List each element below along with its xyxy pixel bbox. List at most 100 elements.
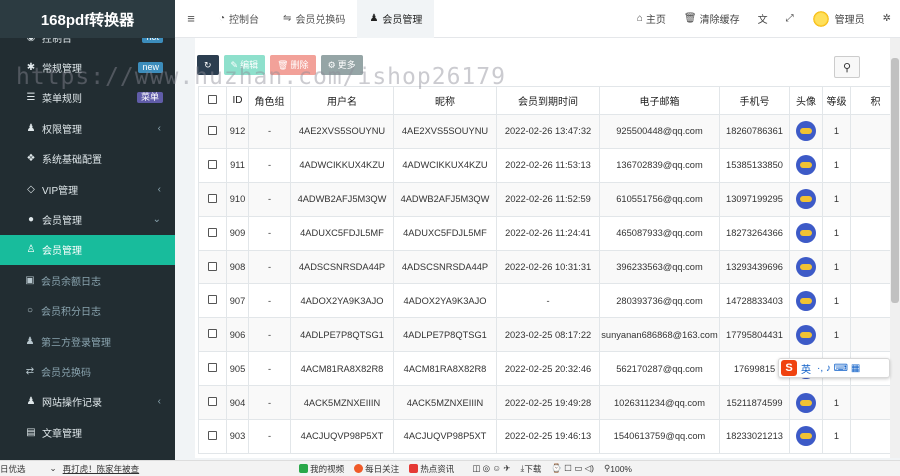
avatar[interactable]	[796, 426, 816, 447]
ime-tools[interactable]: ·, ♪ ⌨ ▦	[817, 363, 860, 374]
select-all-checkbox[interactable]	[198, 86, 227, 115]
table-row[interactable]: 903-4ACJUQVP98P5XT 4ACJUQVP98P5XT 2022-02-…	[198, 419, 890, 454]
avatar[interactable]	[796, 189, 816, 210]
sidebar-item-10[interactable]: ♟ 第三方登录管理	[0, 326, 175, 356]
column-header: ID	[226, 86, 249, 115]
user-icon: ♙	[26, 244, 36, 256]
table-row[interactable]: 904-4ACK5MZNXEIIIN 4ACK5MZNXEIIIN 2022-02-…	[198, 385, 890, 421]
row-checkbox-cell[interactable]	[198, 385, 227, 421]
row-checkbox[interactable]	[208, 193, 217, 203]
sidebar-item-label: 常规管理	[42, 64, 82, 76]
settings-button[interactable]: ✲	[874, 13, 900, 24]
sidebar-item-8[interactable]: ▣ 会员余额日志	[0, 265, 175, 295]
fullscreen-icon: ⤢	[785, 13, 794, 24]
search-button[interactable]: ⚲	[834, 56, 860, 78]
download-button[interactable]: ⤓ 下载	[521, 463, 542, 475]
cell-username: 4ACJUQVP98P5XT	[290, 419, 394, 454]
clear-cache-button[interactable]: 🗑 清除缓存	[675, 11, 749, 26]
sidebar-item-11[interactable]: ⇄ 会员兑换码	[0, 356, 175, 386]
avatar[interactable]	[796, 392, 816, 413]
row-checkbox[interactable]	[208, 397, 217, 407]
row-checkbox-cell[interactable]	[198, 317, 227, 353]
table-row[interactable]: 911-4ADWCIKKUX4KZU 4ADWCIKKUX4KZU 2022-02-…	[198, 147, 890, 183]
sidebar-item-9[interactable]: ○ 会员积分日志	[0, 296, 175, 326]
avatar[interactable]	[796, 223, 816, 244]
row-checkbox-cell[interactable]	[198, 147, 227, 183]
news-ticker[interactable]: ⌄ 再打虎！陈家年被查	[50, 463, 140, 475]
fullscreen-button[interactable]: ⤢	[777, 13, 803, 24]
brand-logo[interactable]: 168pdf转换器	[0, 0, 175, 38]
delete-button[interactable]: 🗑 删除	[270, 55, 316, 75]
row-checkbox[interactable]	[208, 125, 217, 135]
table-row[interactable]: 906-4ADLPE7P8QTSG1 4ADLPE7P8QTSG1 2023-02-…	[198, 317, 890, 353]
admin-user[interactable]: 管理员	[803, 9, 874, 28]
tab-2[interactable]: ♟ 会员管理	[357, 0, 435, 38]
avatar[interactable]	[796, 257, 816, 277]
row-checkbox[interactable]	[208, 430, 217, 440]
sidebar-item-5[interactable]: ◇ VIP管理 ‹	[0, 174, 175, 204]
sidebar-item-6[interactable]: ● 会员管理 ⌄	[0, 204, 175, 234]
menu-toggle-icon[interactable]: ≡	[175, 11, 207, 26]
shield-icon[interactable]: ◫ ◎ ☺ ✈	[472, 463, 510, 474]
row-checkbox-cell[interactable]	[198, 181, 227, 217]
row-checkbox[interactable]	[208, 159, 217, 169]
row-checkbox-cell[interactable]	[198, 249, 227, 285]
avatar[interactable]	[796, 290, 816, 311]
zoom-level[interactable]: ⚲ 100%	[604, 463, 632, 474]
tray-icons[interactable]: ⌚ ☐ ▭ ◁)	[551, 463, 594, 474]
sidebar-item-label: 权限管理	[42, 124, 82, 136]
sidebar-item-label: 文章管理	[42, 428, 82, 440]
row-checkbox[interactable]	[208, 227, 217, 237]
scrollbar-thumb[interactable]	[891, 58, 899, 303]
exchange-icon: ⇋	[283, 13, 292, 24]
hot-news-link[interactable]: 热点资讯	[409, 463, 454, 475]
sidebar-item-13[interactable]: ▤ 文章管理	[0, 417, 175, 447]
home-link[interactable]: ⌂ 主页	[628, 11, 675, 26]
row-checkbox-cell[interactable]	[198, 215, 227, 251]
cell-id: 910	[226, 181, 249, 217]
row-checkbox[interactable]	[208, 363, 217, 373]
avatar[interactable]	[796, 155, 816, 176]
sidebar-item-3[interactable]: ♟ 权限管理 ‹	[0, 113, 175, 143]
row-checkbox[interactable]	[208, 295, 217, 305]
sidebar-item-label: 网站操作记录	[42, 398, 102, 410]
table-row[interactable]: 908-4ADSCSNRSDA44P 4ADSCSNRSDA44P 2022-02-…	[198, 249, 890, 285]
sogou-logo-icon[interactable]: S	[781, 360, 797, 376]
avatar[interactable]	[796, 324, 816, 345]
tab-0[interactable]: ◔ 控制台	[207, 0, 271, 38]
checkbox[interactable]	[208, 94, 217, 104]
row-checkbox[interactable]	[208, 329, 217, 339]
language-button[interactable]: 文	[749, 11, 777, 26]
refresh-button[interactable]: ↻	[197, 55, 219, 75]
row-checkbox-cell[interactable]	[198, 283, 227, 319]
table-row[interactable]: 907-4ADOX2YA9K3AJO 4ADOX2YA9K3AJO -2803937…	[198, 283, 890, 319]
more-button[interactable]: ⚙ 更多	[320, 55, 363, 75]
sidebar-item-label: 第三方登录管理	[41, 337, 111, 349]
tab-1[interactable]: ⇋ 会员兑换码	[271, 0, 357, 38]
column-header: 头像	[789, 86, 823, 115]
row-checkbox[interactable]	[208, 261, 217, 271]
sidebar-item-4[interactable]: ❖ 系统基础配置	[0, 144, 175, 174]
table-row[interactable]: 912-4AE2XVS5SOUYNU 4AE2XVS5SOUYNU 2022-02-…	[198, 114, 890, 149]
status-left-label[interactable]: 日优选	[0, 463, 26, 475]
sidebar-item-2[interactable]: ☰ 菜单规则 菜单	[0, 83, 175, 113]
ime-language[interactable]: 英	[801, 361, 811, 376]
row-checkbox-cell[interactable]	[198, 419, 227, 454]
cell-email: 1540613759@qq.com	[599, 419, 720, 454]
sidebar-item-12[interactable]: ♟ 网站操作记录 ‹	[0, 387, 175, 417]
cell-id: 907	[226, 283, 249, 319]
sidebar-item-7[interactable]: ♙ 会员管理	[0, 234, 175, 266]
row-checkbox-cell[interactable]	[198, 351, 227, 387]
sidebar-item-1[interactable]: ✱ 常规管理 new	[0, 52, 175, 82]
row-checkbox-cell[interactable]	[198, 114, 227, 149]
daily-focus-link[interactable]: 每日关注	[354, 463, 399, 475]
ime-toolbar[interactable]: S 英 ·, ♪ ⌨ ▦	[778, 358, 890, 378]
edit-button[interactable]: ✎ 编辑	[223, 55, 266, 75]
avatar[interactable]	[796, 121, 816, 142]
vertical-scrollbar[interactable]	[890, 38, 900, 458]
table-row[interactable]: 909-4ADUXC5FDJL5MF 4ADUXC5FDJL5MF 2022-02-…	[198, 215, 890, 251]
sidebar-item-label: VIP管理	[42, 185, 79, 197]
my-video-link[interactable]: 我的视频	[299, 463, 344, 475]
sidebar-item-label: 会员兑换码	[41, 367, 91, 379]
table-row[interactable]: 910-4ADWB2AFJ5M3QW 4ADWB2AFJ5M3QW 2022-02-…	[198, 181, 890, 217]
